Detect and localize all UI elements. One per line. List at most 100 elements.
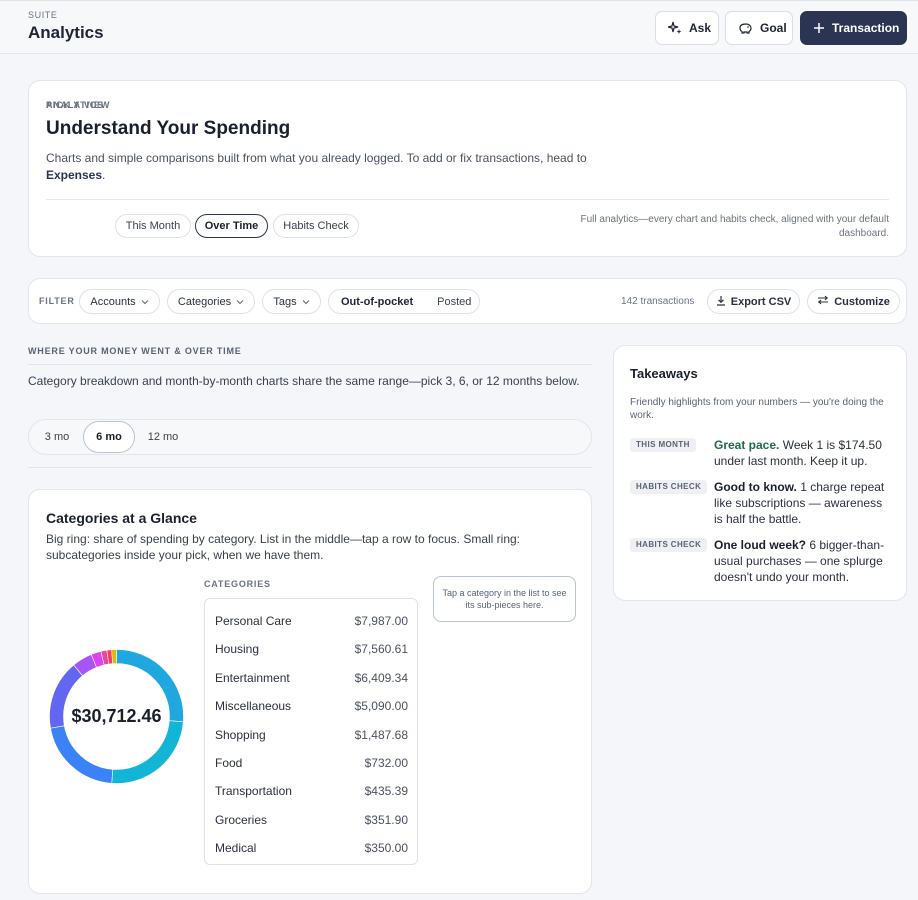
- category-amount: $6,409.34: [354, 670, 408, 685]
- customize-button[interactable]: Customize: [807, 289, 900, 314]
- filter-bar: FILTER Accounts Categories Tags Out-of-p…: [28, 278, 907, 324]
- intro-note: Full analytics—every chart and habits ch…: [580, 214, 890, 239]
- posted-option[interactable]: Posted: [437, 296, 471, 308]
- categories-card: Categories at a Glance Big ring: share o…: [28, 489, 592, 894]
- download-icon: [716, 295, 726, 309]
- view-habits-check[interactable]: Habits Check: [273, 214, 359, 238]
- view-over-time[interactable]: Over Time: [195, 214, 268, 238]
- category-name: Personal Care: [215, 614, 292, 628]
- customize-label: Customize: [834, 295, 890, 308]
- category-name: Entertainment: [215, 670, 290, 685]
- sparkle-icon: [668, 21, 682, 35]
- category-name: Miscellaneous: [215, 699, 292, 714]
- transaction-count: 142 transactions: [621, 296, 695, 307]
- category-row[interactable]: Groceries $351.90: [205, 806, 417, 834]
- tags-dropdown[interactable]: Tags: [262, 289, 321, 314]
- expenses-link[interactable]: Expenses: [46, 168, 102, 182]
- range-selector: 3 mo 6 mo 12 mo: [28, 419, 592, 455]
- category-row[interactable]: Housing $7,560.61: [205, 635, 417, 663]
- takeaway-badge: HABITS CHECK: [630, 480, 708, 494]
- page-title: Analytics: [28, 23, 104, 42]
- category-amount: $7,987.00: [354, 614, 408, 628]
- donut-total: $30,712.46: [71, 706, 162, 726]
- takeaways-title: Takeaways: [630, 366, 698, 381]
- category-name: Housing: [215, 642, 260, 657]
- section-description: Category breakdown and month-by-month ch…: [28, 374, 580, 388]
- filter-label: FILTER: [39, 296, 75, 306]
- out-of-pocket-option[interactable]: Out-of-pocket: [341, 296, 413, 308]
- top-bar: SUITE Analytics Ask Goal Transaction: [0, 0, 918, 54]
- transaction-label: Transaction: [832, 21, 900, 35]
- intro-card: ANALYTICS Understand Your Spending Chart…: [28, 80, 907, 257]
- intro-desc-end: .: [102, 168, 106, 182]
- takeaway-lead: Great pace.: [714, 438, 780, 452]
- takeaway-lead: One loud week?: [714, 538, 807, 552]
- add-transaction-button[interactable]: Transaction: [800, 11, 907, 45]
- section-title: WHERE YOUR MONEY WENT & OVER TIME: [28, 346, 242, 356]
- intro-description: Charts and simple comparisons built from…: [46, 150, 616, 184]
- category-amount: $435.39: [364, 784, 408, 799]
- category-name: Transportation: [215, 784, 292, 799]
- category-amount: $732.00: [364, 756, 408, 770]
- takeaway-text: One loud week? 6 bigger-than-usual purch…: [714, 537, 894, 585]
- chevron-down-icon: [302, 296, 310, 308]
- ask-label: Ask: [689, 21, 712, 35]
- intro-title: Understand Your Spending: [46, 118, 291, 139]
- category-amount: $5,090.00: [354, 699, 408, 714]
- spend-type-toggle: Out-of-pocket Posted: [328, 289, 480, 314]
- category-name: Shopping: [215, 727, 266, 742]
- divider: [28, 467, 592, 468]
- category-name: Groceries: [215, 812, 268, 827]
- goal-label: Goal: [760, 21, 787, 35]
- takeaway-badge: THIS MONTH: [630, 438, 696, 452]
- chevron-down-icon: [236, 296, 244, 308]
- plus-icon: [813, 22, 825, 34]
- category-row[interactable]: Medical $350.00: [205, 834, 417, 862]
- intro-desc-text: Charts and simple comparisons built from…: [46, 151, 587, 165]
- chevron-down-icon: [141, 296, 149, 308]
- accounts-dropdown[interactable]: Accounts: [79, 289, 160, 314]
- category-row[interactable]: Personal Care $7,987.00: [205, 607, 417, 635]
- category-row[interactable]: Shopping $1,487.68: [205, 721, 417, 749]
- takeaway-lead: Good to know.: [714, 480, 797, 494]
- takeaway-badge: HABITS CHECK: [630, 538, 708, 552]
- categories-description: Big ring: share of spending by category.…: [46, 532, 521, 562]
- category-amount: $1,487.68: [354, 727, 408, 742]
- divider: [46, 199, 889, 200]
- category-row[interactable]: Transportation $435.39: [205, 777, 417, 805]
- category-row[interactable]: Entertainment $6,409.34: [205, 664, 417, 692]
- takeaway-text: Great pace. Week 1 is $174.50 under last…: [714, 437, 894, 469]
- takeaways-card: Takeaways Friendly highlights from your …: [613, 345, 907, 601]
- divider: [28, 364, 592, 365]
- accounts-label: Accounts: [90, 295, 136, 308]
- categories-label: Categories: [177, 295, 232, 308]
- category-amount: $7,560.61: [354, 642, 408, 657]
- categories-title: Categories at a Glance: [46, 510, 197, 526]
- pick-view-label: PICK A VIEW: [46, 100, 111, 110]
- category-name: Food: [215, 756, 243, 770]
- export-csv-button[interactable]: Export CSV: [707, 289, 800, 314]
- categories-list: Personal Care $7,987.00 Housing $7,560.61 En…: [204, 598, 418, 865]
- categories-list-label: CATEGORIES: [204, 579, 271, 589]
- category-amount: $350.00: [364, 841, 408, 856]
- categories-dropdown[interactable]: Categories: [167, 289, 255, 314]
- suite-label: SUITE: [28, 10, 58, 20]
- takeaways-description: Friendly highlights from your numbers — …: [630, 397, 884, 421]
- ask-button[interactable]: Ask: [655, 11, 719, 45]
- category-donut-chart: $30,712.46: [49, 649, 184, 784]
- takeaway-text: Good to know. 1 charge repeat like subsc…: [714, 479, 894, 527]
- piggy-bank-icon: [738, 21, 753, 35]
- category-amount: $351.90: [364, 812, 408, 827]
- goal-button[interactable]: Goal: [725, 11, 793, 45]
- subcategory-hint: Tap a category in the list to see its su…: [433, 576, 576, 622]
- tags-label: Tags: [273, 295, 297, 308]
- sliders-icon: [817, 295, 829, 308]
- category-row[interactable]: Miscellaneous $5,090.00: [205, 692, 417, 720]
- range-12-months[interactable]: 12 mo: [137, 421, 189, 453]
- category-row[interactable]: Food $732.00: [205, 749, 417, 777]
- range-3-months[interactable]: 3 mo: [32, 421, 82, 453]
- category-name: Medical: [215, 841, 257, 856]
- export-label: Export CSV: [730, 295, 792, 308]
- view-this-month[interactable]: This Month: [115, 214, 191, 238]
- range-6-months[interactable]: 6 mo: [83, 421, 135, 453]
